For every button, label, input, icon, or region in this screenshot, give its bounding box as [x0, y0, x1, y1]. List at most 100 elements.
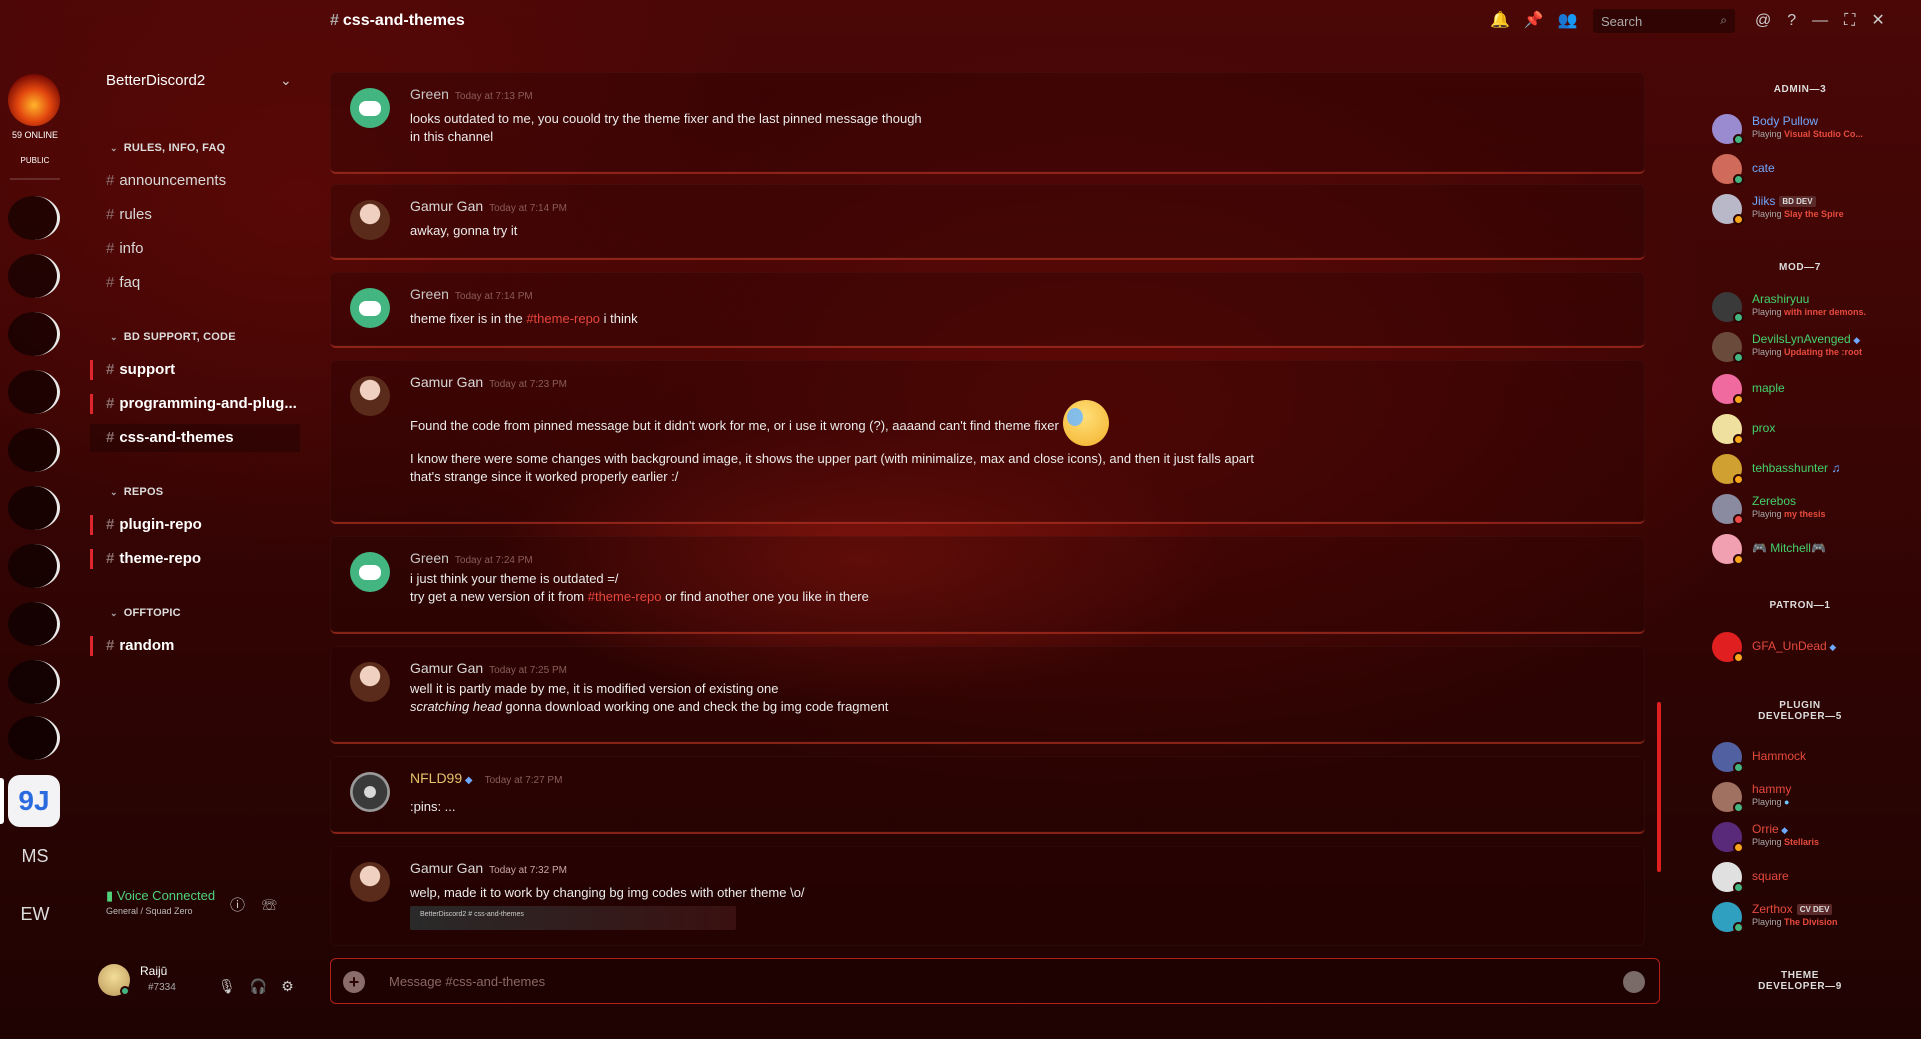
message-scrollbar[interactable] — [1657, 702, 1661, 872]
pin-icon[interactable]: 📌 — [1524, 12, 1544, 29]
channel-rules[interactable]: # rules — [90, 201, 300, 229]
message-author[interactable]: NFLD99 ◆ Today at 7:27 PM — [410, 770, 562, 786]
image-attachment[interactable]: BetterDiscord2 # css-and-themes — [410, 906, 736, 930]
channel-support[interactable]: # support — [90, 356, 300, 384]
channel-css-and-themes[interactable]: # css-and-themes — [90, 424, 300, 452]
message-author[interactable]: Gamur Gan Today at 7:25 PM — [410, 660, 567, 676]
message-timestamp: Today at 7:13 PM — [454, 91, 533, 102]
channel-programming-and-plugins[interactable]: # programming-and-plug... — [90, 390, 300, 418]
gear-icon[interactable]: ⚙ — [281, 978, 308, 994]
member-item[interactable]: Arashiryuu Playing with inner demons. — [1712, 290, 1912, 324]
minimize-icon[interactable]: — — [1812, 12, 1828, 29]
chevron-down-icon[interactable]: ⌄ — [280, 72, 292, 89]
message[interactable]: Green Today at 7:14 PM theme fixer is in … — [330, 272, 1645, 348]
search-input[interactable]: Search ⌕ — [1593, 9, 1735, 33]
message-author[interactable]: Green Today at 7:13 PM — [410, 86, 533, 102]
unread-indicator — [90, 549, 93, 569]
maximize-icon[interactable]: ⛶ — [1844, 12, 1855, 29]
message-input[interactable]: Message #css-and-themes — [389, 974, 545, 989]
message[interactable]: Gamur Gan Today at 7:23 PM Found the code… — [330, 360, 1645, 524]
member-item[interactable]: prox — [1712, 412, 1912, 446]
category-offtopic[interactable]: ⌄ OFFTOPIC — [110, 607, 181, 619]
message-content: i just think your theme is outdated =/ t… — [410, 571, 869, 604]
member-item[interactable]: Body Pullow Playing Visual Studio Co... — [1712, 112, 1912, 146]
message[interactable]: NFLD99 ◆ Today at 7:27 PM :pins: ... — [330, 756, 1645, 834]
server-name[interactable]: BetterDiscord2 — [106, 72, 205, 89]
status-dot — [1733, 842, 1744, 853]
message[interactable]: Gamur Gan Today at 7:32 PM welp, made it … — [330, 846, 1645, 946]
message-author[interactable]: Gamur Gan Today at 7:32 PM — [410, 860, 567, 876]
channel-faq[interactable]: # faq — [90, 269, 300, 297]
message-author[interactable]: Gamur Gan Today at 7:14 PM — [410, 198, 567, 214]
avatar[interactable] — [350, 662, 390, 702]
server-icon[interactable] — [8, 544, 60, 588]
status-dot — [1733, 922, 1744, 933]
bell-icon[interactable]: 🔔 — [1490, 12, 1510, 29]
server-icon[interactable] — [8, 428, 60, 472]
message[interactable]: Gamur Gan Today at 7:14 PM awkay, gonna t… — [330, 184, 1645, 260]
server-icon[interactable] — [8, 660, 60, 704]
mentions-icon[interactable]: @ — [1755, 12, 1771, 29]
message-author[interactable]: Green Today at 7:14 PM — [410, 286, 533, 302]
message[interactable]: Green Today at 7:24 PM i just think your … — [330, 536, 1645, 634]
server-icon-betterdiscord[interactable] — [8, 74, 60, 126]
server-icon-active[interactable]: 9J — [8, 775, 60, 827]
message-author[interactable]: Green Today at 7:24 PM — [410, 550, 533, 566]
channel-announcements[interactable]: # announcements — [90, 167, 300, 195]
channel-random[interactable]: # random — [90, 632, 300, 660]
member-item[interactable]: DevilsLynAvenged ◆ Playing Updating the … — [1712, 330, 1912, 364]
server-icon[interactable] — [8, 370, 60, 414]
channel-plugin-repo[interactable]: # plugin-repo — [90, 511, 300, 539]
avatar[interactable] — [350, 200, 390, 240]
add-attachment-button[interactable]: + — [343, 971, 365, 993]
channel-mention-link[interactable]: #theme-repo — [588, 589, 662, 604]
role-header-patron: PATRON—1 — [1769, 600, 1831, 611]
server-icon[interactable] — [8, 716, 60, 760]
channel-mention-link[interactable]: #theme-repo — [526, 311, 600, 326]
member-item[interactable]: Jiiks BD DEV Playing Slay the Spire — [1712, 192, 1912, 226]
message-composer[interactable]: + Message #css-and-themes — [330, 958, 1660, 1004]
category-bd-support-code[interactable]: ⌄ BD SUPPORT, CODE — [110, 331, 236, 343]
help-icon[interactable]: ? — [1787, 12, 1796, 29]
message[interactable]: Gamur Gan Today at 7:25 PM well it is par… — [330, 646, 1645, 744]
server-icon[interactable] — [8, 196, 60, 240]
voice-connected-status[interactable]: ▮ Voice Connected — [106, 888, 215, 904]
members-icon[interactable]: 👥 — [1558, 12, 1578, 29]
member-item[interactable]: Hammock — [1712, 740, 1912, 774]
avatar[interactable] — [350, 288, 390, 328]
member-item[interactable]: hammy Playing ● — [1712, 780, 1912, 814]
channel-info[interactable]: # info — [90, 235, 300, 263]
server-icon[interactable] — [8, 254, 60, 298]
member-item[interactable]: GFA_UnDead ◆ — [1712, 630, 1912, 664]
avatar[interactable] — [350, 862, 390, 902]
member-item[interactable]: Zerthox CV DEV Playing The Division — [1712, 900, 1912, 934]
disconnect-call-icon[interactable]: ☏ — [262, 897, 277, 914]
server-icon-ew[interactable]: EW — [0, 904, 70, 925]
avatar[interactable] — [350, 772, 390, 812]
category-rules-info-faq[interactable]: ⌄ RULES, INFO, FAQ — [110, 142, 225, 154]
server-icon[interactable] — [8, 312, 60, 356]
headphones-icon[interactable]: 🎧 — [250, 978, 281, 994]
avatar[interactable] — [350, 552, 390, 592]
emoji-picker-icon[interactable] — [1623, 971, 1645, 993]
member-item[interactable]: cate — [1712, 152, 1912, 186]
member-item[interactable]: Orrie ◆ Playing Stellaris — [1712, 820, 1912, 854]
message-author[interactable]: Gamur Gan Today at 7:23 PM — [410, 374, 567, 390]
server-icon[interactable] — [8, 602, 60, 646]
avatar[interactable] — [350, 376, 390, 416]
channel-theme-repo[interactable]: # theme-repo — [90, 545, 300, 573]
info-icon[interactable]: ⓘ — [230, 897, 245, 914]
close-icon[interactable]: ✕ — [1871, 12, 1884, 29]
avatar[interactable] — [350, 88, 390, 128]
member-item[interactable]: 🎮 Mitchell🎮 — [1712, 532, 1912, 566]
category-repos[interactable]: ⌄ REPOS — [110, 486, 163, 498]
message[interactable]: Green Today at 7:13 PM looks outdated to … — [330, 72, 1645, 174]
member-item[interactable]: Zerebos Playing my thesis — [1712, 492, 1912, 526]
member-item[interactable]: square — [1712, 860, 1912, 894]
server-icon-ms[interactable]: MS — [0, 846, 70, 867]
server-icon[interactable] — [8, 486, 60, 530]
member-item[interactable]: maple — [1712, 372, 1912, 406]
mute-microphone-icon[interactable]: 🎙 — [218, 978, 250, 994]
member-item[interactable]: tehbasshunter ♫ — [1712, 452, 1912, 486]
headphones-icon: ♫ — [1828, 461, 1841, 475]
